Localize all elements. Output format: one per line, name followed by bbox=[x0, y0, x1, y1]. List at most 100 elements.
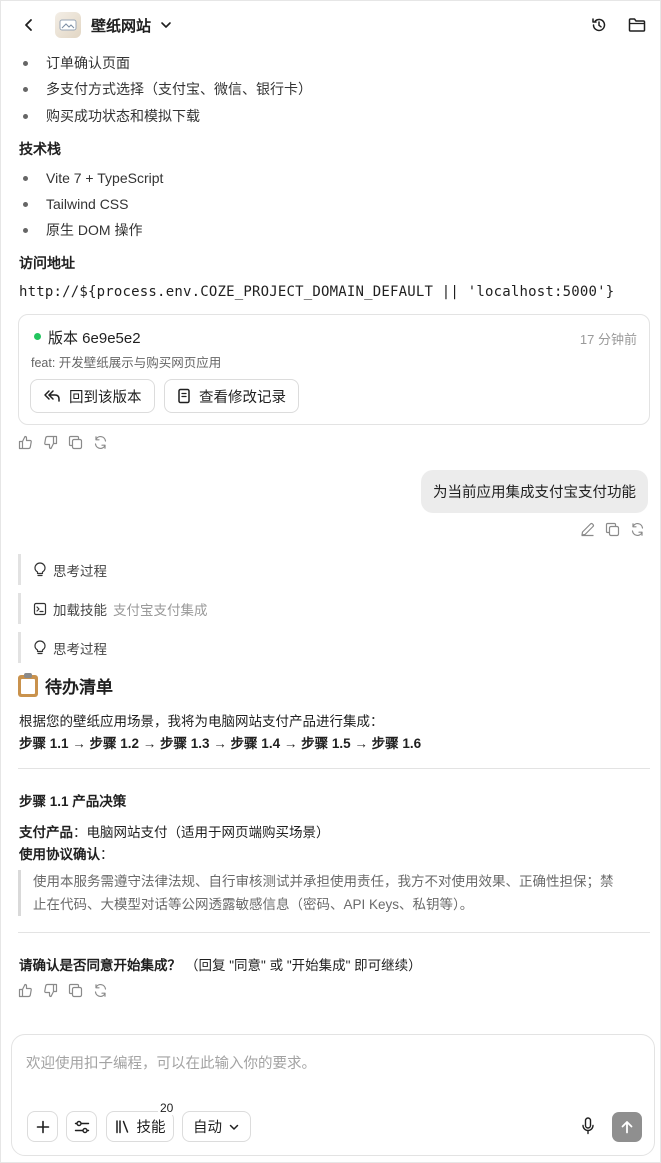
copy-button[interactable] bbox=[67, 982, 84, 999]
retry-button[interactable] bbox=[629, 521, 646, 538]
project-switcher-button[interactable] bbox=[159, 18, 173, 32]
steps-overview: 步骤 1.1 → 步骤 1.2 → 步骤 1.3 → 步骤 1.4 → 步骤 1… bbox=[19, 736, 422, 751]
thumbs-up-button[interactable] bbox=[17, 982, 34, 999]
agreement-text-line: 止在代码、大模型对话等公网透露敏感信息（密码、API Keys、私钥等）。 bbox=[33, 897, 474, 912]
view-history-button[interactable]: 查看修改记录 bbox=[164, 379, 299, 413]
mode-label: 自动 bbox=[193, 1120, 222, 1136]
chevron-left-icon bbox=[25, 19, 32, 31]
copy-icon bbox=[605, 522, 620, 537]
history-icon bbox=[592, 18, 606, 32]
terminal-icon bbox=[33, 602, 47, 615]
skills-count-badge: 20 bbox=[158, 1101, 176, 1115]
folder-icon bbox=[628, 18, 646, 32]
list-item-text: Vite 7 + TypeScript bbox=[46, 170, 164, 186]
view-history-label: 查看修改记录 bbox=[199, 389, 286, 406]
section-title: 步骤 1.1 产品决策 bbox=[19, 794, 127, 809]
todo-title: 待办清单 bbox=[45, 678, 113, 697]
copy-icon bbox=[68, 983, 83, 998]
microphone-button[interactable] bbox=[578, 1116, 598, 1136]
copy-button[interactable] bbox=[604, 521, 621, 538]
regenerate-button[interactable] bbox=[92, 434, 109, 451]
thumbs-down-button[interactable] bbox=[42, 982, 59, 999]
confirm-line: 请确认是否同意开始集成？ （回复 "同意" 或 "开始集成" 即可继续） bbox=[19, 954, 422, 974]
version-time: 17 分钟前 bbox=[579, 332, 637, 347]
undo-icon bbox=[44, 390, 60, 402]
thumbs-up-button[interactable] bbox=[17, 434, 34, 451]
refresh-icon bbox=[631, 523, 644, 536]
version-card: 版本 6e9e5e2 17 分钟前 feat: 开发壁纸展示与购买网页应用 回到… bbox=[18, 314, 650, 425]
user-message-actions bbox=[579, 521, 646, 538]
thumbs-up-icon bbox=[18, 435, 32, 450]
todo-heading: 待办清单 bbox=[18, 672, 113, 698]
agreement-colon: ： bbox=[100, 847, 114, 862]
microphone-icon bbox=[582, 1117, 594, 1135]
edit-button[interactable] bbox=[579, 521, 596, 538]
history-button[interactable] bbox=[588, 14, 610, 36]
send-button[interactable] bbox=[612, 1112, 642, 1142]
list-item: 原生 DOM 操作 bbox=[19, 217, 142, 243]
product-line: 支付产品：电脑网站支付（适用于网页端购买场景） bbox=[19, 821, 330, 841]
skill-name: 支付宝支付集成 bbox=[113, 602, 208, 618]
list-item-text: 订单确认页面 bbox=[46, 55, 130, 71]
assistant-actions bbox=[17, 434, 109, 451]
arrow-up-icon bbox=[621, 1121, 633, 1134]
thinking-step-label: 思考过程 bbox=[53, 563, 107, 579]
list-item: 多支付方式选择（支付宝、微信、银行卡） bbox=[19, 76, 312, 102]
skills-button[interactable]: 技能 bbox=[106, 1111, 174, 1142]
list-item-text: 购买成功状态和模拟下载 bbox=[46, 108, 200, 124]
copy-icon bbox=[68, 435, 83, 450]
list-item: Vite 7 + TypeScript bbox=[19, 165, 163, 191]
thinking-step[interactable]: 思考过程 bbox=[18, 554, 107, 585]
divider bbox=[18, 932, 650, 933]
clipboard-icon bbox=[18, 672, 38, 697]
agreement-text-line: 使用本服务需遵守法律法规、自行审核测试并承担使用责任，我方不对使用效果、正确性担… bbox=[33, 874, 614, 889]
thumbs-down-icon bbox=[44, 983, 58, 998]
commit-message: feat: 开发壁纸展示与购买网页应用 bbox=[31, 356, 222, 370]
confirm-hint: （回复 "同意" 或 "开始集成" 即可继续） bbox=[185, 958, 422, 973]
books-icon bbox=[115, 1120, 128, 1134]
confirm-question: 请确认是否同意开始集成？ bbox=[19, 958, 181, 973]
app-icon bbox=[55, 12, 81, 38]
chat-input-box: 欢迎使用扣子编程，可以在此输入你的要求。 技能 20 自动 bbox=[11, 1034, 655, 1156]
thinking-step-label: 思考过程 bbox=[53, 641, 107, 657]
assistant-actions bbox=[17, 982, 109, 999]
skill-load-label: 加载技能 bbox=[53, 602, 107, 618]
revert-version-button[interactable]: 回到该版本 bbox=[30, 379, 155, 413]
back-button[interactable] bbox=[15, 11, 43, 39]
refresh-icon bbox=[94, 984, 107, 997]
folder-button[interactable] bbox=[626, 14, 648, 36]
document-icon bbox=[178, 388, 190, 404]
version-title: 版本 6e9e5e2 bbox=[48, 330, 141, 347]
copy-button[interactable] bbox=[67, 434, 84, 451]
plus-icon bbox=[36, 1120, 49, 1133]
refresh-icon bbox=[94, 436, 107, 449]
regenerate-button[interactable] bbox=[92, 982, 109, 999]
list-item-text: 原生 DOM 操作 bbox=[46, 222, 143, 238]
list-item: Tailwind CSS bbox=[19, 191, 128, 217]
agreement-quote: 使用本服务需遵守法律法规、自行审核测试并承担使用责任，我方不对使用效果、正确性担… bbox=[18, 870, 650, 916]
mode-select[interactable]: 自动 bbox=[182, 1111, 251, 1142]
lightbulb-icon bbox=[34, 640, 46, 655]
thumbs-up-icon bbox=[18, 983, 32, 998]
sliders-icon bbox=[74, 1120, 89, 1133]
chevron-down-icon bbox=[161, 22, 171, 28]
divider bbox=[18, 768, 650, 769]
tech-stack-heading: 技术栈 bbox=[19, 141, 61, 157]
list-item: 购买成功状态和模拟下载 bbox=[19, 103, 200, 129]
settings-button[interactable] bbox=[66, 1111, 97, 1142]
agreement-label: 使用协议确认 bbox=[19, 847, 100, 862]
thinking-step[interactable]: 思考过程 bbox=[18, 632, 107, 663]
add-button[interactable] bbox=[27, 1111, 58, 1142]
product-label: 支付产品 bbox=[19, 825, 73, 840]
user-message: 为当前应用集成支付宝支付功能 bbox=[421, 470, 648, 513]
list-item: 订单确认页面 bbox=[19, 50, 130, 76]
skill-load-step[interactable]: 加载技能 支付宝支付集成 bbox=[18, 593, 208, 624]
thumbs-down-button[interactable] bbox=[42, 434, 59, 451]
thumbs-down-icon bbox=[44, 435, 58, 450]
lightbulb-icon bbox=[34, 562, 46, 577]
chat-input[interactable]: 欢迎使用扣子编程，可以在此输入你的要求。 bbox=[26, 1052, 316, 1073]
list-item-text: Tailwind CSS bbox=[46, 196, 129, 212]
revert-version-label: 回到该版本 bbox=[69, 389, 142, 406]
chevron-down-icon bbox=[229, 1124, 239, 1130]
top-bar: 壁纸网站 bbox=[1, 1, 661, 49]
